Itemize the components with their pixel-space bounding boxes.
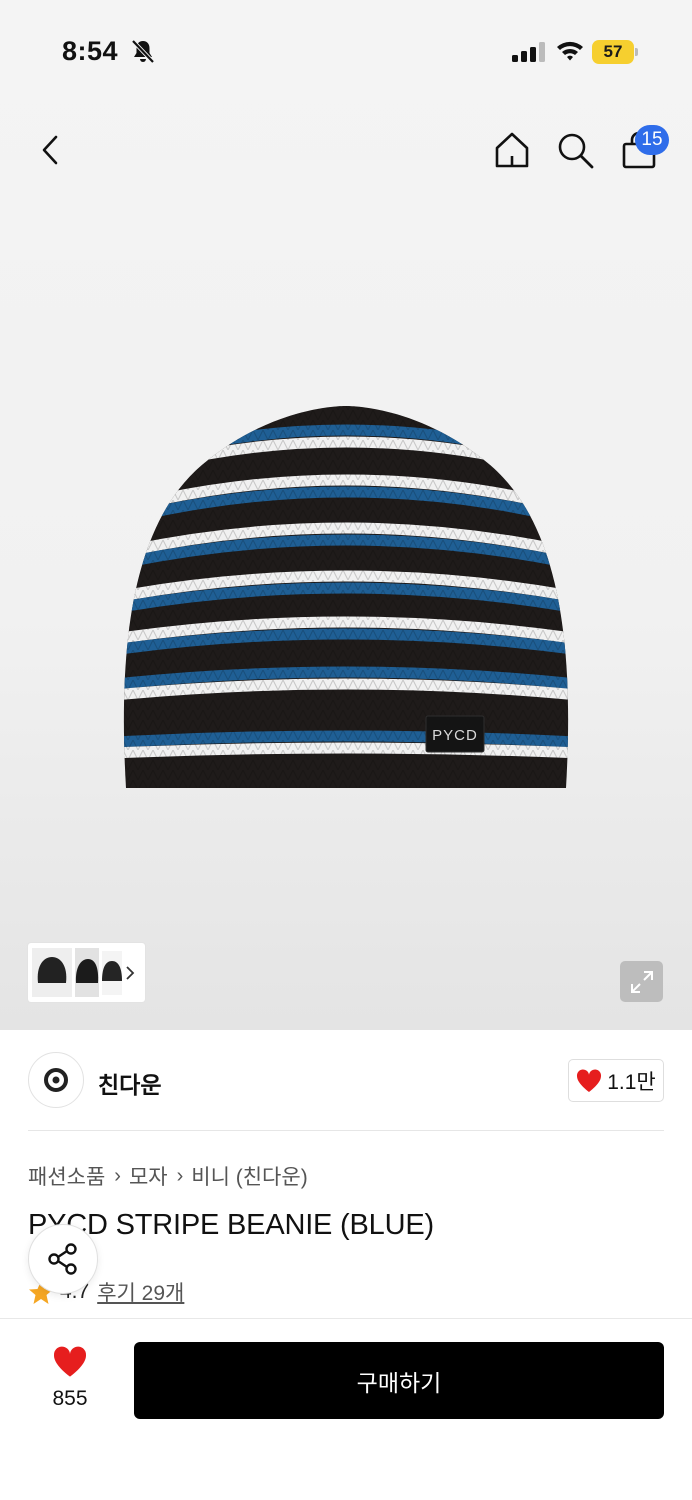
breadcrumb-item-current[interactable]: 비니 (친다운) (191, 1161, 307, 1191)
share-button[interactable] (28, 1224, 98, 1294)
brand-name[interactable]: 친다운 (98, 1066, 161, 1100)
battery-cap (635, 48, 638, 56)
chevron-right-icon: › (176, 1164, 184, 1187)
chevron-right-icon: › (114, 1164, 121, 1187)
product-detail-page: 8:54 57 15 PYCD 친다운 1.1만 패션소품 › 모자 › 비니 … (0, 0, 692, 1500)
chevron-left-icon (42, 135, 58, 165)
brand-like-count: 1.1만 (607, 1070, 656, 1094)
heart-icon (577, 1068, 602, 1092)
reviews-link[interactable]: 후기 29개 (97, 1277, 184, 1307)
section-divider (28, 1130, 664, 1131)
expand-image-button[interactable] (620, 961, 663, 1002)
status-time: 8:54 (62, 36, 119, 66)
brand-logo[interactable] (28, 1052, 84, 1108)
product-image[interactable]: PYCD (118, 400, 574, 800)
home-icon (495, 132, 529, 168)
back-button[interactable] (28, 128, 72, 172)
wishlist-count: 855 (52, 1387, 88, 1410)
search-button[interactable] (553, 128, 597, 172)
breadcrumb-item-category[interactable]: 패션소품 (28, 1161, 105, 1191)
search-icon (558, 133, 594, 169)
image-thumbnail-strip[interactable] (28, 943, 145, 1002)
brand-label-text: PYCD (432, 727, 478, 744)
product-hero: 8:54 57 15 PYCD (0, 0, 692, 1030)
brand-logo-icon (44, 1068, 68, 1092)
battery-level: 57 (603, 42, 623, 61)
buy-button[interactable]: 구매하기 (134, 1342, 664, 1419)
brand-like-button[interactable]: 1.1만 (568, 1059, 664, 1102)
status-bar: 8:54 57 (0, 0, 692, 100)
cart-count-badge: 15 (635, 125, 669, 155)
wifi-icon (557, 41, 583, 61)
breadcrumb: 패션소품 › 모자 › 비니 (친다운) (28, 1161, 308, 1191)
home-button[interactable] (490, 128, 534, 172)
expand-icon (630, 970, 653, 993)
chevron-right-icon (126, 966, 135, 980)
heart-icon (53, 1346, 87, 1377)
bell-slash-icon (131, 39, 155, 64)
battery-indicator: 57 (592, 40, 640, 64)
breadcrumb-item-subcategory[interactable]: 모자 (129, 1161, 168, 1191)
share-icon (48, 1243, 77, 1275)
cellular-signal-icon (512, 42, 545, 62)
